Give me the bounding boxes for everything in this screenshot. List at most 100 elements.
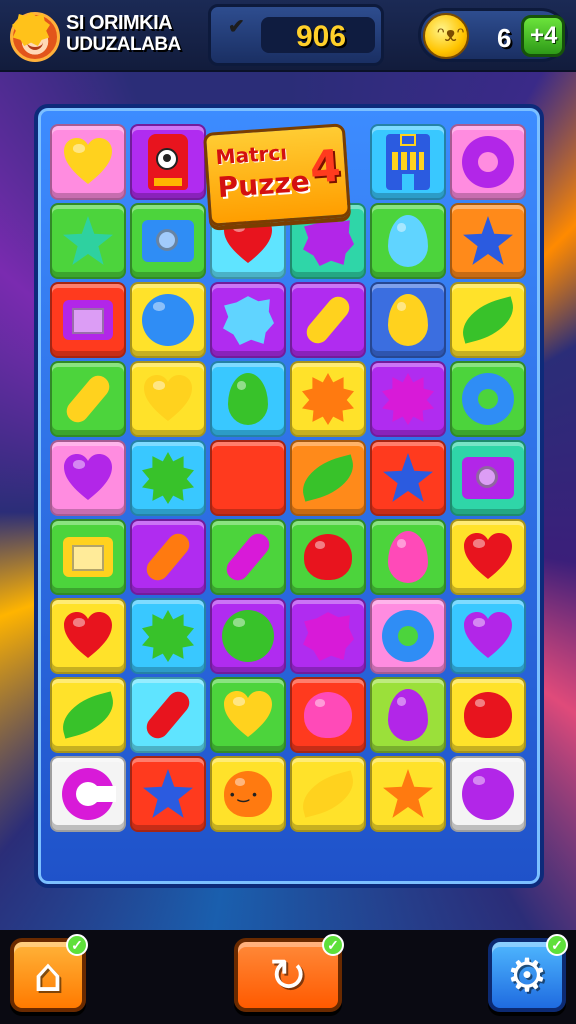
gear-piece xyxy=(142,452,194,504)
board-tile[interactable] xyxy=(450,203,526,279)
drop-piece xyxy=(388,215,428,267)
cookie-piece xyxy=(302,373,354,425)
tower-piece xyxy=(386,134,430,190)
tv-piece xyxy=(63,300,113,340)
board-tile[interactable] xyxy=(370,440,446,516)
strawberry-piece xyxy=(304,534,352,580)
board-tile[interactable] xyxy=(130,598,206,674)
board-tile[interactable] xyxy=(210,440,286,516)
settings-button[interactable]: ⚙ ✓ xyxy=(488,934,568,1012)
board-tile[interactable] xyxy=(290,282,366,358)
board-tile[interactable] xyxy=(370,203,446,279)
board-tile[interactable] xyxy=(370,282,446,358)
banana-piece xyxy=(296,770,360,818)
apple-piece xyxy=(464,692,512,738)
player-name-line2: UDUZALABA xyxy=(66,34,181,55)
board-tile[interactable] xyxy=(50,124,126,200)
bomb-piece xyxy=(142,294,194,346)
board-tile[interactable] xyxy=(130,756,206,832)
board-tile[interactable] xyxy=(210,282,286,358)
board-tile[interactable] xyxy=(290,440,366,516)
lollipop-piece xyxy=(388,531,428,583)
board-tile[interactable] xyxy=(210,519,286,595)
board-tile[interactable] xyxy=(130,677,206,753)
hint-hook-icon: ↻ xyxy=(268,948,308,1002)
balloon-piece xyxy=(388,294,428,346)
board-tile[interactable] xyxy=(130,282,206,358)
board-tile[interactable] xyxy=(370,677,446,753)
ball-piece xyxy=(222,610,274,662)
board-tile[interactable] xyxy=(450,440,526,516)
bottle-piece xyxy=(222,529,274,585)
board-tile[interactable] xyxy=(50,677,126,753)
board-tile[interactable] xyxy=(50,361,126,437)
crayon-piece xyxy=(142,529,194,585)
board-tile[interactable] xyxy=(210,598,286,674)
board-tile[interactable] xyxy=(130,519,206,595)
board-tile[interactable] xyxy=(370,756,446,832)
crayon-piece xyxy=(142,687,194,743)
player-name: SI ORIMKIA UDUZALABA xyxy=(66,12,181,56)
board-tile[interactable] xyxy=(210,756,286,832)
board-tile[interactable] xyxy=(130,124,206,200)
board-tile[interactable] xyxy=(290,519,366,595)
board-tile[interactable] xyxy=(370,519,446,595)
heart-piece xyxy=(62,136,114,188)
board-tile[interactable] xyxy=(450,282,526,358)
heart-piece xyxy=(142,373,194,425)
leaf-piece xyxy=(56,691,120,739)
bottom-bar: ⌂ ✓ ↻ ✓ ⚙ ✓ xyxy=(0,930,576,1024)
board-tile[interactable] xyxy=(290,361,366,437)
board-tile[interactable] xyxy=(50,282,126,358)
board-tile[interactable] xyxy=(450,124,526,200)
board-tile[interactable] xyxy=(50,598,126,674)
robot-character-piece xyxy=(148,134,188,190)
home-icon: ⌂ xyxy=(33,948,63,1002)
board-tile[interactable] xyxy=(370,361,446,437)
board-tile[interactable] xyxy=(450,756,526,832)
hint-button[interactable]: ↻ ✓ xyxy=(234,934,344,1012)
hint-badge: ✓ xyxy=(322,934,344,956)
board-tile[interactable] xyxy=(130,203,206,279)
lives-panel: ᵔᴥᵔ 6 +4 xyxy=(418,8,568,62)
board-tile[interactable] xyxy=(370,124,446,200)
score-value: 906 xyxy=(296,20,347,53)
add-lives-button[interactable]: +4 xyxy=(521,15,565,57)
home-button[interactable]: ⌂ ✓ xyxy=(10,934,88,1012)
camera-piece xyxy=(462,457,514,499)
leaf-piece xyxy=(296,454,360,502)
donut-piece xyxy=(462,136,514,188)
board-tile[interactable] xyxy=(290,756,366,832)
flower-piece xyxy=(388,689,428,741)
board-tile[interactable] xyxy=(450,361,526,437)
board-tile[interactable] xyxy=(50,519,126,595)
board-tile[interactable] xyxy=(50,440,126,516)
board-tile[interactable] xyxy=(210,677,286,753)
strawberry-piece xyxy=(304,692,352,738)
board-tile[interactable] xyxy=(50,756,126,832)
leaf-piece xyxy=(456,296,520,344)
star-piece xyxy=(463,216,513,265)
title-tile: Matrcı Puzze 4 xyxy=(202,123,352,227)
board-tile[interactable] xyxy=(50,203,126,279)
game-board xyxy=(50,124,526,868)
board-tile[interactable] xyxy=(290,598,366,674)
board-tile[interactable] xyxy=(450,598,526,674)
board-tile[interactable] xyxy=(450,677,526,753)
board-tile[interactable] xyxy=(210,361,286,437)
ball-piece xyxy=(462,768,514,820)
board-tile[interactable] xyxy=(370,598,446,674)
c-letter-piece xyxy=(62,768,116,820)
board-tile[interactable] xyxy=(130,361,206,437)
title-line1: Matrcı xyxy=(214,140,288,170)
spiky-piece xyxy=(382,373,434,425)
lives-value: 6 xyxy=(497,23,512,53)
star-piece xyxy=(383,453,433,502)
board-tile[interactable] xyxy=(290,677,366,753)
home-badge: ✓ xyxy=(66,934,88,956)
coin-face-icon: ᵔᴥᵔ xyxy=(423,13,469,59)
ring-piece xyxy=(462,373,514,425)
board-tile[interactable] xyxy=(450,519,526,595)
board-tile[interactable] xyxy=(130,440,206,516)
add-lives-label: +4 xyxy=(530,22,558,49)
